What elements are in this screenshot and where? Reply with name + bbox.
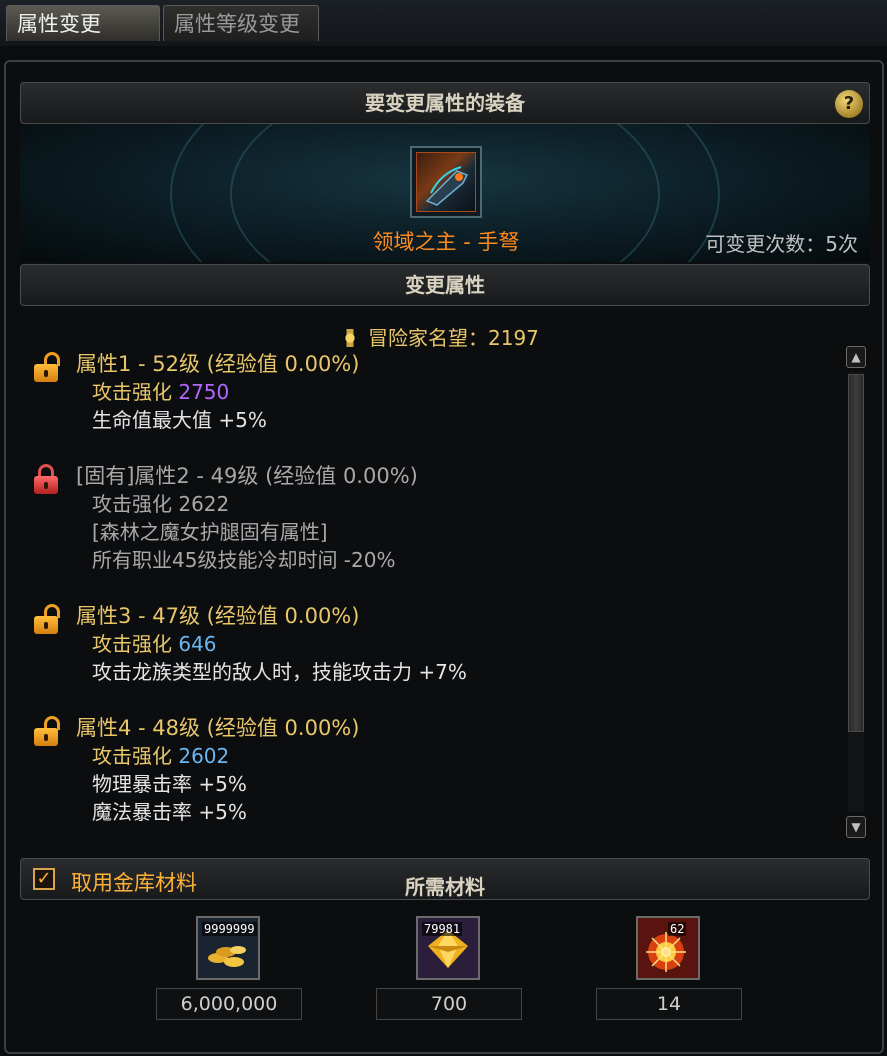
attribute-title: 属性3 - 47级 (经验值 0.00%) <box>76 604 360 628</box>
attribute-2[interactable]: [固有]属性2 - 49级 (经验值 0.00%) 攻击强化 2622 [森林之… <box>34 460 834 580</box>
change-count: 可变更次数：5次 <box>705 232 858 256</box>
attribute-title: 属性4 - 48级 (经验值 0.00%) <box>76 716 360 740</box>
attribute-primary-line: 攻击强化 646 <box>92 628 217 657</box>
attack-boost-label: 攻击强化 <box>92 492 172 516</box>
scroll-thumb[interactable] <box>848 374 864 732</box>
required-quantity: 14 <box>596 988 742 1020</box>
unlock-icon[interactable] <box>34 716 60 746</box>
attribute-3[interactable]: 属性3 - 47级 (经验值 0.00%) 攻击强化 646 攻击龙族类型的敌人… <box>34 600 834 700</box>
equipment-name: 领域之主 - 手弩 <box>372 230 520 254</box>
equip-section-title: 要变更属性的装备 <box>365 91 525 115</box>
required-quantity: 700 <box>376 988 522 1020</box>
attribute-primary-line: 攻击强化 2602 <box>92 740 229 769</box>
attribute-effect-line: [森林之魔女护腿固有属性] <box>92 520 328 544</box>
adventurer-fame: 冒险家名望：2197 <box>338 322 539 351</box>
attribute-primary-line: 攻击强化 2622 <box>92 488 229 517</box>
fame-label: 冒险家名望：2197 <box>368 326 539 350</box>
tab-bar: 属性变更 属性等级变更 <box>0 0 887 46</box>
required-quantity: 6,000,000 <box>156 988 302 1020</box>
attack-boost-label: 攻击强化 <box>92 744 172 768</box>
equip-display-area: 领域之主 - 手弩 可变更次数：5次 <box>20 124 870 262</box>
attribute-title: 属性1 - 52级 (经验值 0.00%) <box>76 352 360 376</box>
unlock-icon[interactable] <box>34 352 60 382</box>
attribute-effect-line: 所有职业45级技能冷却时间 -20% <box>92 548 396 572</box>
scroll-down-icon[interactable]: ▼ <box>846 816 866 838</box>
attack-boost-label: 攻击强化 <box>92 380 172 404</box>
stock-count: 62 <box>668 922 687 936</box>
materials-section-header: 所需材料 ✓ 取用金库材料 <box>20 858 870 900</box>
burst-orb-icon: 62 <box>636 916 700 980</box>
use-vault-checkbox[interactable]: ✓ <box>33 868 55 890</box>
attribute-title: [固有]属性2 - 49级 (经验值 0.00%) <box>76 464 418 488</box>
stock-count: 9999999 <box>202 922 257 936</box>
tab-attribute-level-change[interactable]: 属性等级变更 <box>163 5 319 41</box>
attack-boost-label: 攻击强化 <box>92 632 172 656</box>
attribute-scrollbar[interactable]: ▲ ▼ <box>846 346 866 838</box>
stock-count: 79981 <box>422 922 463 936</box>
attribute-effect-line: 攻击龙族类型的敌人时，技能攻击力 +7% <box>92 660 467 684</box>
attribute-1[interactable]: 属性1 - 52级 (经验值 0.00%) 攻击强化 2750 生命值最大值 +… <box>34 348 834 448</box>
equipment-slot[interactable] <box>410 146 482 218</box>
attribute-4[interactable]: 属性4 - 48级 (经验值 0.00%) 攻击强化 2602 物理暴击率 +5… <box>34 712 834 832</box>
attribute-effect-line: 物理暴击率 +5% <box>92 772 247 796</box>
gold-coins-icon: 9999999 <box>196 916 260 980</box>
equip-section-header: 要变更属性的装备 ? <box>20 82 870 124</box>
help-icon[interactable]: ? <box>835 90 863 118</box>
lock-icon[interactable] <box>34 464 58 494</box>
yellow-crystal-icon: 79981 <box>416 916 480 980</box>
attribute-primary-line: 攻击强化 2750 <box>92 376 229 405</box>
tab-attribute-change[interactable]: 属性变更 <box>6 5 160 41</box>
attr-section-title: 变更属性 <box>405 273 485 297</box>
scroll-up-icon[interactable]: ▲ <box>846 346 866 368</box>
attr-section-header: 变更属性 <box>20 264 870 306</box>
attribute-effect-line: 生命值最大值 +5% <box>92 408 267 432</box>
crossbow-icon <box>416 152 476 212</box>
attack-boost-value: 2622 <box>178 492 230 516</box>
attack-boost-value: 646 <box>178 632 217 656</box>
attribute-effect-line: 魔法暴击率 +5% <box>92 800 247 824</box>
attack-boost-value: 2602 <box>178 744 230 768</box>
use-vault-label[interactable]: 取用金库材料 <box>71 863 197 903</box>
attribute-list: 冒险家名望：2197 属性1 - 52级 (经验值 0.00%) 攻击强化 27… <box>20 314 850 844</box>
fame-icon <box>338 329 362 347</box>
attack-boost-value: 2750 <box>178 380 230 404</box>
unlock-icon[interactable] <box>34 604 60 634</box>
